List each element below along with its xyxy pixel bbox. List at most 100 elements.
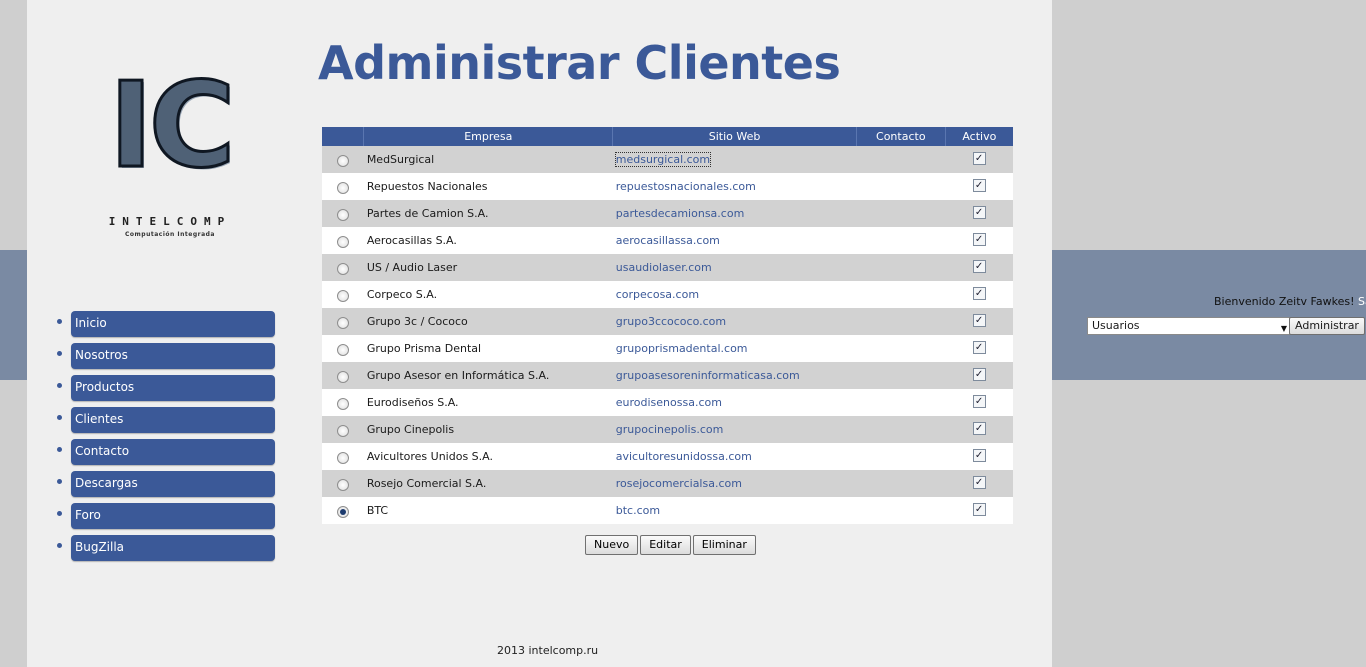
row-select-radio[interactable] — [336, 263, 349, 275]
table-row: Repuestos Nacionales repuestosnacionales.… — [322, 173, 1013, 200]
activo-cell: ✓ — [945, 146, 1013, 173]
logo-wordmark: INTELCOMP — [108, 215, 232, 228]
activo-cell: ✓ — [945, 200, 1013, 227]
contacto-cell — [856, 281, 946, 308]
row-select-radio[interactable] — [336, 452, 349, 464]
table-row: Grupo Prisma Dental grupoprismadental.com… — [322, 335, 1013, 362]
sitio-web-cell: btc.com — [612, 497, 857, 524]
sitio-web-link[interactable]: avicultoresunidossa.com — [616, 450, 752, 463]
page-container: IC INTELCOMP Computación Integrada Inici… — [27, 0, 1052, 667]
nav-button-contacto[interactable]: Contacto — [71, 439, 275, 465]
row-select-cell — [322, 416, 364, 443]
nav-button-foro[interactable]: Foro — [71, 503, 275, 529]
sitio-web-cell: eurodisenossa.com — [612, 389, 857, 416]
row-select-radio[interactable] — [336, 506, 349, 518]
eliminar-button[interactable]: Eliminar — [692, 535, 756, 555]
activo-checkbox[interactable]: ✓ — [972, 179, 986, 193]
empresa-cell: Corpeco S.A. — [363, 281, 613, 308]
administrar-button[interactable]: Administrar — [1289, 317, 1365, 335]
empresa-cell: Eurodiseños S.A. — [363, 389, 613, 416]
sitio-web-link[interactable]: grupoprismadental.com — [616, 342, 748, 355]
activo-checkbox[interactable]: ✓ — [972, 233, 986, 247]
bullet-icon — [57, 383, 62, 388]
table-row: Grupo Cinepolis grupocinepolis.com ✓ — [322, 416, 1013, 443]
row-select-radio[interactable] — [336, 209, 349, 221]
activo-checkbox[interactable]: ✓ — [972, 206, 986, 220]
contacto-cell — [856, 416, 946, 443]
activo-cell: ✓ — [945, 470, 1013, 497]
row-select-radio[interactable] — [336, 344, 349, 356]
sitio-web-link[interactable]: partesdecamionsa.com — [616, 207, 745, 220]
sitio-web-link[interactable]: btc.com — [616, 504, 660, 517]
row-select-radio[interactable] — [336, 317, 349, 329]
row-select-radio[interactable] — [336, 479, 349, 491]
nav-button-clientes[interactable]: Clientes — [71, 407, 275, 433]
contacto-cell — [856, 389, 946, 416]
nav-button-productos[interactable]: Productos — [71, 375, 275, 401]
activo-checkbox[interactable]: ✓ — [972, 368, 986, 382]
nav-button-nosotros[interactable]: Nosotros — [71, 343, 275, 369]
empresa-cell: Grupo Prisma Dental — [363, 335, 613, 362]
activo-checkbox[interactable]: ✓ — [972, 449, 986, 463]
activo-checkbox[interactable]: ✓ — [972, 503, 986, 517]
sitio-web-link[interactable]: grupocinepolis.com — [616, 423, 724, 436]
empresa-cell: Aerocasillas S.A. — [363, 227, 613, 254]
sitio-web-cell: usaudiolaser.com — [612, 254, 857, 281]
editar-button[interactable]: Editar — [640, 535, 691, 555]
nav-button-bugzilla[interactable]: BugZilla — [71, 535, 275, 561]
activo-checkbox[interactable]: ✓ — [972, 287, 986, 301]
sitio-web-link[interactable]: aerocasillassa.com — [616, 234, 720, 247]
nav-button-inicio[interactable]: Inicio — [71, 311, 275, 337]
row-select-radio[interactable] — [336, 398, 349, 410]
row-select-radio[interactable] — [336, 182, 349, 194]
bullet-icon — [57, 543, 62, 548]
table-row: Grupo 3c / Cococo grupo3ccococo.com ✓ — [322, 308, 1013, 335]
activo-checkbox[interactable]: ✓ — [972, 152, 986, 166]
nav-button-descargas[interactable]: Descargas — [71, 471, 275, 497]
activo-checkbox[interactable]: ✓ — [972, 476, 986, 490]
sitio-web-link[interactable]: corpecosa.com — [616, 288, 699, 301]
row-select-cell — [322, 254, 364, 281]
sitio-web-link[interactable]: usaudiolaser.com — [616, 261, 712, 274]
row-select-radio[interactable] — [336, 290, 349, 302]
row-select-radio[interactable] — [336, 371, 349, 383]
logo-tagline: Computación Integrada — [125, 231, 215, 238]
empresa-cell: Avicultores Unidos S.A. — [363, 443, 613, 470]
table-row: Corpeco S.A. corpecosa.com ✓ — [322, 281, 1013, 308]
bullet-icon — [57, 319, 62, 324]
sitio-web-link[interactable]: medsurgical.com — [614, 152, 712, 167]
logo-letters: IC — [108, 55, 237, 196]
sitio-web-cell: corpecosa.com — [612, 281, 857, 308]
empresa-cell: Grupo 3c / Cococo — [363, 308, 613, 335]
bullet-icon — [57, 479, 62, 484]
sitio-web-link[interactable]: grupo3ccococo.com — [616, 315, 726, 328]
row-select-cell — [322, 308, 364, 335]
sitio-web-link[interactable]: repuestosnacionales.com — [616, 180, 756, 193]
admin-section-value: Usuarios — [1092, 319, 1140, 332]
table-header-row: Empresa Sitio Web Contacto Activo — [322, 127, 1013, 146]
row-select-radio[interactable] — [336, 155, 349, 167]
empresa-cell: US / Audio Laser — [363, 254, 613, 281]
activo-checkbox[interactable]: ✓ — [972, 422, 986, 436]
contacto-cell — [856, 173, 946, 200]
activo-checkbox[interactable]: ✓ — [972, 314, 986, 328]
footer-text: 2013 intelcomp.ru — [497, 644, 599, 657]
sitio-web-link[interactable]: rosejocomercialsa.com — [616, 477, 742, 490]
activo-cell: ✓ — [945, 497, 1013, 524]
sitio-web-cell: rosejocomercialsa.com — [612, 470, 857, 497]
empresa-cell: Partes de Camion S.A. — [363, 200, 613, 227]
activo-checkbox[interactable]: ✓ — [972, 260, 986, 274]
header-select — [322, 127, 365, 146]
sitio-web-link[interactable]: grupoasesoreninformaticasa.com — [616, 369, 800, 382]
bullet-icon — [57, 351, 62, 356]
table-row: MedSurgical medsurgical.com ✓ — [322, 146, 1013, 173]
sitio-web-link[interactable]: eurodisenossa.com — [616, 396, 722, 409]
nuevo-button[interactable]: Nuevo — [585, 535, 639, 555]
row-select-radio[interactable] — [336, 425, 349, 437]
logout-link[interactable]: Salir? — [1358, 295, 1366, 308]
admin-section-select[interactable]: Usuarios ▼ — [1087, 317, 1291, 335]
row-select-radio[interactable] — [336, 236, 349, 248]
activo-checkbox[interactable]: ✓ — [972, 341, 986, 355]
activo-checkbox[interactable]: ✓ — [972, 395, 986, 409]
activo-cell: ✓ — [945, 173, 1013, 200]
